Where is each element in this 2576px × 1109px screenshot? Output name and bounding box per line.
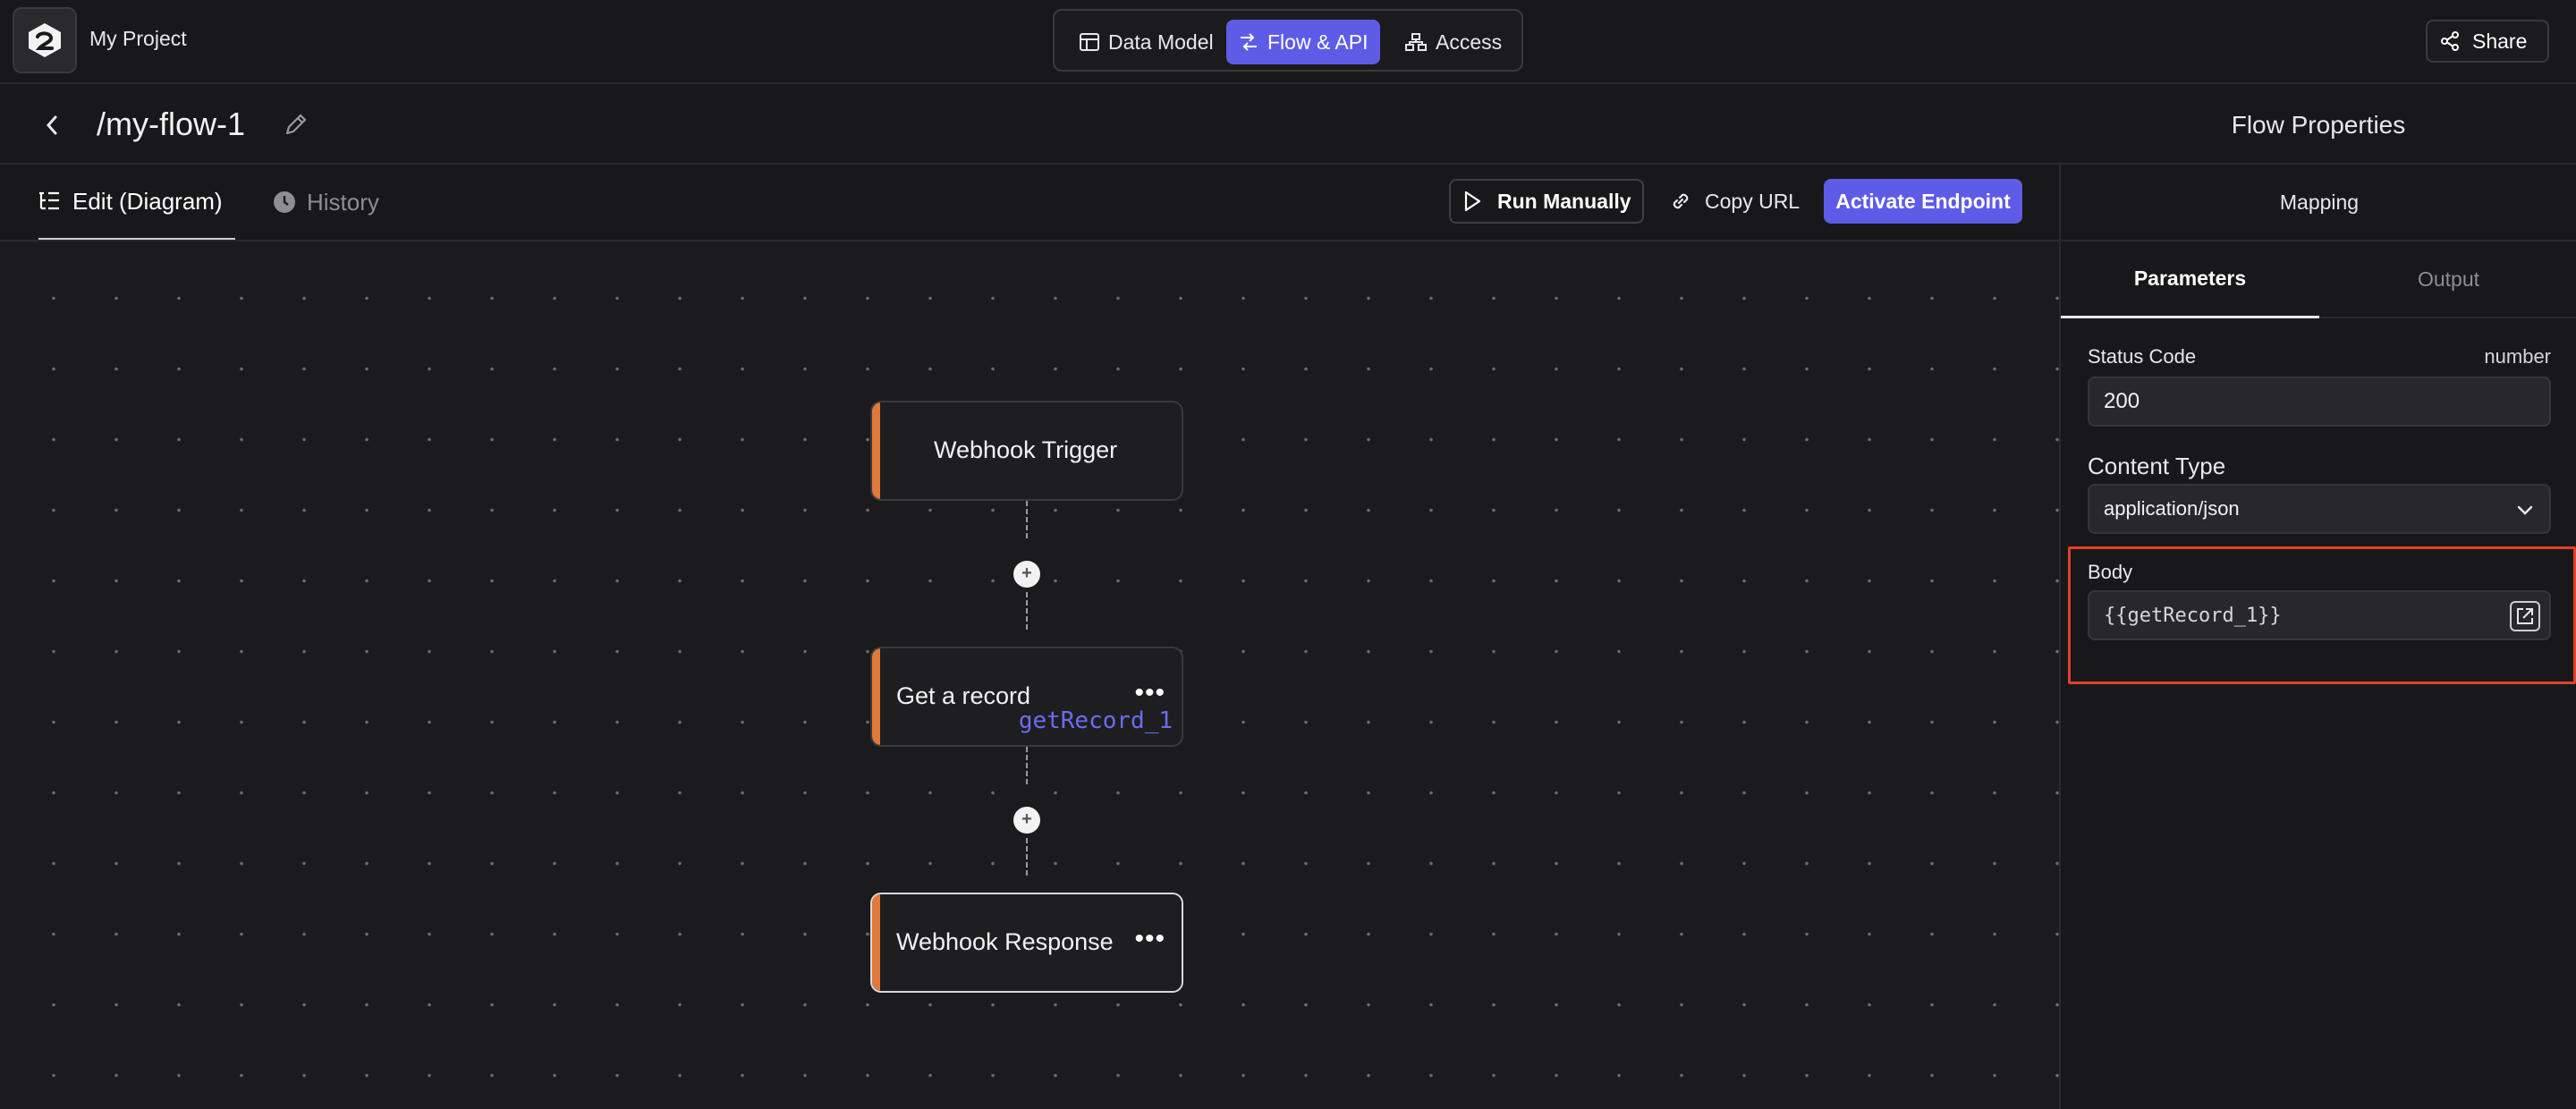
node-more-button[interactable]: ••• [1134,680,1165,707]
node-accent-bar [872,402,880,499]
node-accent-bar [872,894,880,991]
title-bar: /my-flow-1 Flow Properties [0,84,2576,165]
tab-parameters[interactable]: Parameters [2061,241,2319,318]
add-step-button[interactable]: + [1013,561,1040,588]
nav-data-model[interactable]: Data Model [1067,20,1226,64]
expand-editor-button[interactable] [2510,601,2540,631]
flow-icon [1241,33,1257,51]
app-logo[interactable] [13,7,77,73]
top-bar: My Project Data Model Flow & API Access … [0,0,2576,84]
nav-flow-api[interactable]: Flow & API [1226,20,1381,64]
node-webhook-trigger[interactable]: Webhook Trigger [870,401,1183,501]
flow-title: /my-flow-1 [97,106,246,142]
back-button[interactable] [36,109,68,141]
run-manually-button[interactable]: Run Manually [1449,179,1644,224]
flow-properties-panel: Mapping Parameters Output Status Code nu… [2059,165,2576,1109]
status-code-label: Status Code [2088,345,2197,368]
body-label: Body [2088,561,2133,583]
edge-connector [1026,747,1028,784]
main-nav: Data Model Flow & API Access [1053,9,1523,72]
app-root: My Project Data Model Flow & API Access … [0,0,2576,1109]
sitemap-icon [1405,33,1427,51]
status-code-type: number [2484,345,2551,368]
nav-label: Access [1436,30,1503,54]
tab-label: History [307,188,379,216]
run-label: Run Manually [1497,189,1631,213]
content-type-label: Content Type [2088,453,2226,479]
share-button[interactable]: Share [2426,20,2549,63]
status-code-value: 200 [2104,389,2140,413]
list-tree-icon [39,191,59,210]
nav-label: Flow & API [1267,30,1368,54]
expand-icon [2517,608,2533,624]
node-label: Webhook Trigger [934,436,1118,463]
edge-connector [1026,592,1028,630]
share-icon [2441,31,2459,51]
editor-toolbar: Edit (Diagram) History Run Manually Copy… [0,165,2061,241]
node-accent-bar [872,648,880,745]
body-value: {{getRecord_1}} [2104,604,2282,627]
nav-access[interactable]: Access [1393,20,1514,64]
chevron-down-icon [2517,505,2533,515]
panel-title: Flow Properties [2231,111,2406,139]
mapping-header[interactable]: Mapping [2061,165,2576,241]
clock-icon [274,191,295,213]
share-label: Share [2472,29,2528,53]
status-code-input[interactable]: 200 [2088,377,2551,427]
node-label: Get a record [896,682,1031,709]
node-more-button[interactable]: ••• [1134,926,1165,952]
link-icon [1673,193,1689,209]
add-step-button[interactable]: + [1013,807,1040,834]
body-input[interactable]: {{getRecord_1}} [2088,590,2551,640]
logo-icon [29,23,61,57]
tab-history[interactable]: History [273,165,379,240]
content-type-value: application/json [2104,497,2240,520]
copy-url-button[interactable]: Copy URL [1669,179,1800,224]
content-type-select[interactable]: application/json [2088,484,2551,534]
edge-connector [1026,838,1028,876]
table-icon [1080,33,1099,51]
project-name[interactable]: My Project [89,27,187,51]
tab-label: Edit (Diagram) [72,187,223,215]
flow-canvas[interactable]: Webhook Trigger + Get a record ••• getRe… [0,241,2059,1109]
copy-label: Copy URL [1705,189,1801,213]
node-webhook-response[interactable]: Webhook Response ••• [870,893,1183,993]
node-variable-name: getRecord_1 [1018,707,1173,734]
edge-connector [1026,501,1028,538]
tab-edit-diagram[interactable]: Edit (Diagram) [38,165,235,240]
activate-endpoint-button[interactable]: Activate Endpoint [1824,179,2022,224]
tab-output[interactable]: Output [2319,241,2576,318]
node-get-record[interactable]: Get a record ••• getRecord_1 [870,647,1183,747]
play-icon [1464,190,1481,212]
nav-label: Data Model [1108,30,1214,54]
rename-button[interactable] [283,111,309,142]
node-label: Webhook Response [896,928,1114,955]
chevron-left-icon [46,115,57,135]
pencil-icon [285,114,307,135]
